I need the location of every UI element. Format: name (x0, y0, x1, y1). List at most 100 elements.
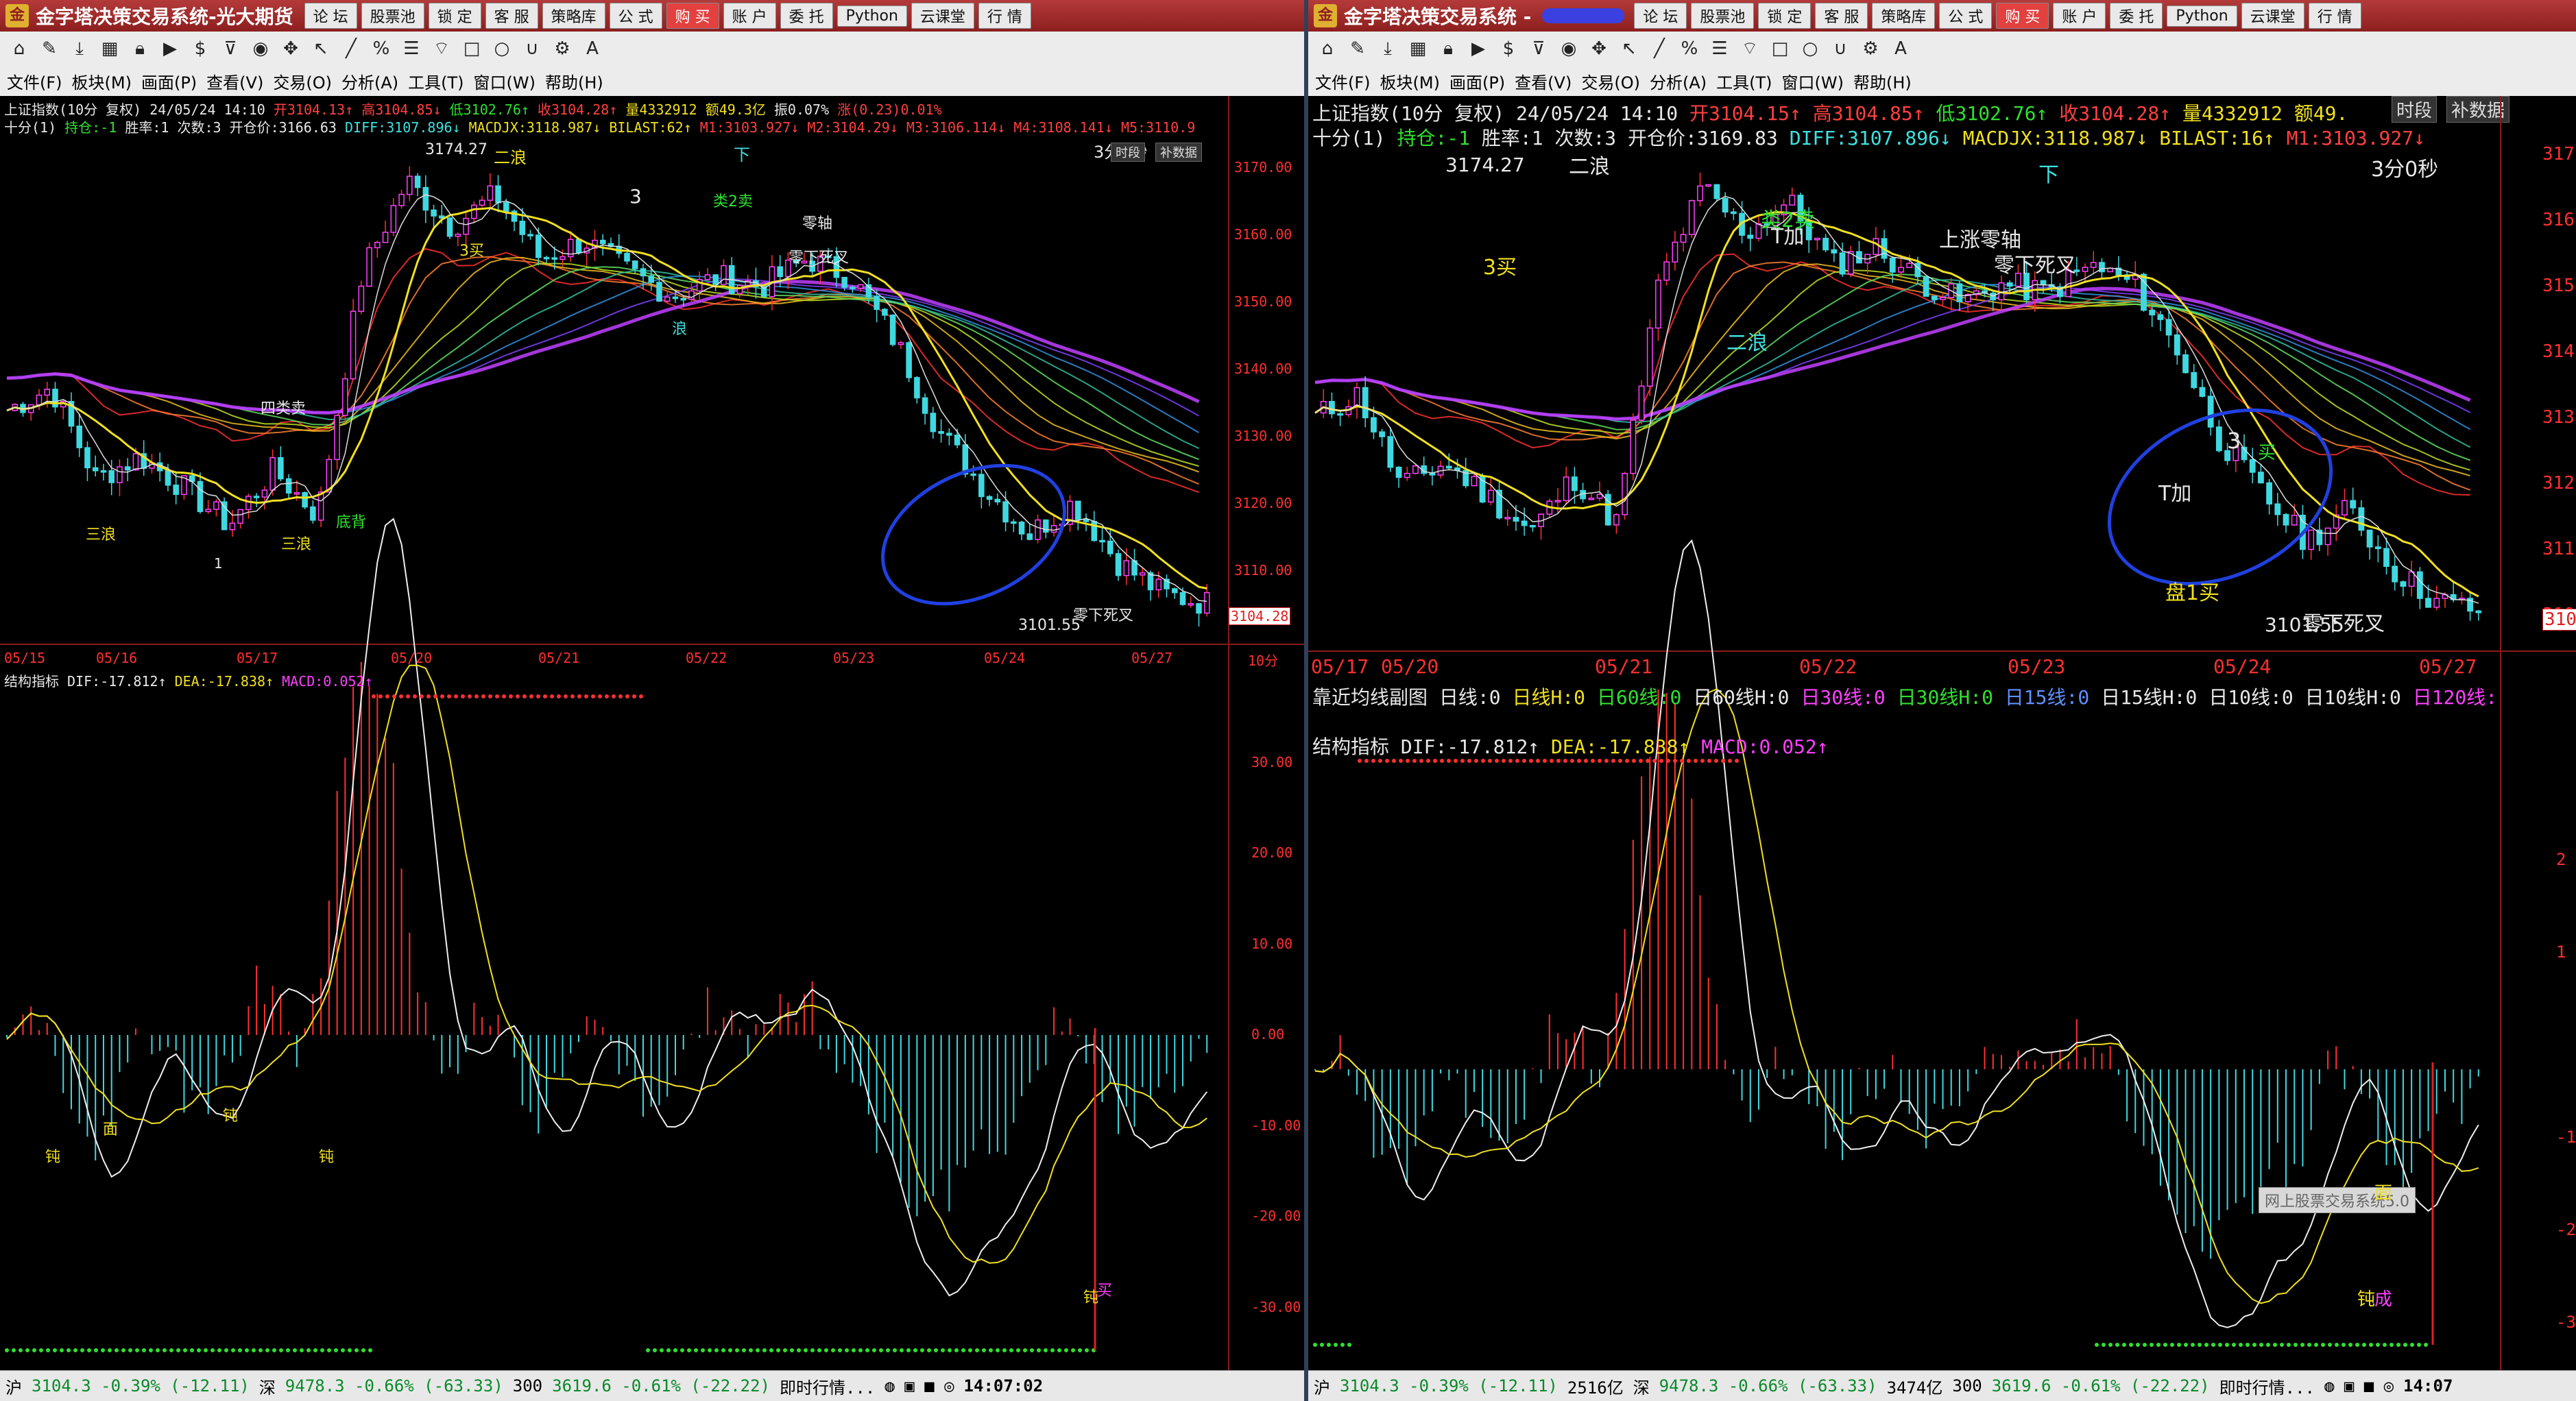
bars-icon[interactable]: ☰ (398, 35, 425, 62)
download-icon[interactable]: ⤓ (66, 35, 93, 62)
cursor-icon[interactable]: ↖ (1615, 35, 1643, 62)
menu-help[interactable]: 帮助(H) (1853, 69, 1912, 93)
date-label: 05/23 (2008, 655, 2066, 678)
grid-icon[interactable]: ▦ (96, 35, 123, 62)
menu-window[interactable]: 窗口(W) (1782, 69, 1844, 93)
status-icons[interactable]: ◍ ▣ ■ ◎ (2324, 1376, 2394, 1396)
menu-view-frame[interactable]: 画面(P) (141, 69, 197, 93)
signal-dot (660, 1348, 664, 1352)
menu-analysis[interactable]: 分析(A) (1650, 69, 1707, 93)
percent-icon[interactable]: % (1676, 35, 1703, 62)
support-button[interactable]: 客 服 (485, 3, 538, 29)
menu-trade[interactable]: 交易(O) (273, 69, 332, 93)
filter-icon[interactable]: ⊽ (217, 35, 244, 62)
menu-tools[interactable]: 工具(T) (408, 69, 464, 93)
line-icon[interactable]: ╱ (337, 35, 365, 62)
order-button[interactable]: 委 托 (2110, 3, 2163, 29)
circle-icon[interactable]: ○ (1796, 35, 1824, 62)
menu-tools[interactable]: 工具(T) (1716, 69, 1772, 93)
dollar-icon[interactable]: $ (186, 35, 214, 62)
line-icon[interactable]: ╱ (1646, 35, 1673, 62)
magnet-icon[interactable]: ∪ (518, 35, 546, 62)
formula-button[interactable]: 公 式 (1939, 3, 1993, 29)
magnet-icon[interactable]: ∪ (1827, 35, 1854, 62)
quote-button[interactable]: 行 情 (978, 3, 1031, 29)
stock-pool-button[interactable]: 股票池 (361, 3, 424, 29)
fan-icon[interactable]: ⌔ (1736, 35, 1764, 62)
circle-icon[interactable]: ○ (488, 35, 516, 62)
cloud-class-button[interactable]: 云课堂 (2241, 3, 2304, 29)
order-button[interactable]: 委 托 (780, 3, 833, 29)
candle (688, 290, 695, 300)
record-icon[interactable]: ◉ (247, 35, 274, 62)
date-label: 05/22 (686, 650, 727, 666)
menu-sector[interactable]: 板块(M) (1380, 69, 1440, 93)
play-icon[interactable]: ▶ (156, 35, 184, 62)
formula-button[interactable]: 公 式 (609, 3, 662, 29)
lock-button[interactable]: 锁 定 (428, 3, 481, 29)
stock-pool-button[interactable]: 股票池 (1691, 3, 1755, 29)
menu-file[interactable]: 文件(F) (1315, 69, 1371, 93)
macd-tick: 1 (2556, 942, 2566, 962)
python-button[interactable]: Python (836, 5, 907, 27)
pencil-icon[interactable]: ✎ (1344, 35, 1371, 62)
grid-icon[interactable]: ▦ (1404, 35, 1432, 62)
lock-icon[interactable]: 🔒︎ (1434, 35, 1462, 62)
shape-icon[interactable]: □ (1766, 35, 1794, 62)
menu-file[interactable]: 文件(F) (7, 69, 62, 93)
menu-trade[interactable]: 交易(O) (1581, 69, 1640, 93)
forum-button[interactable]: 论 坛 (1634, 3, 1687, 29)
signal-dot (334, 1348, 338, 1352)
filter-icon[interactable]: ⊽ (1525, 35, 1552, 62)
account-button[interactable]: 账 户 (2053, 3, 2106, 29)
strategy-button[interactable]: 策略库 (542, 3, 605, 29)
settings-icon[interactable]: ⚙ (1857, 35, 1884, 62)
download-icon[interactable]: ⤓ (1374, 35, 1401, 62)
move-icon[interactable]: ✥ (1585, 35, 1613, 62)
lock-button[interactable]: 锁 定 (1758, 3, 1811, 29)
menu-view[interactable]: 查看(V) (206, 69, 263, 93)
buy-button[interactable]: 购 买 (666, 3, 719, 29)
left-chart-area[interactable]: 上证指数(10分 复权) 24/05/24 14:10 开3104.13↑ 高3… (0, 96, 1304, 1371)
candle (1050, 525, 1057, 533)
record-icon[interactable]: ◉ (1555, 35, 1582, 62)
fan-icon[interactable]: ⌔ (428, 35, 455, 62)
menu-help[interactable]: 帮助(H) (545, 69, 603, 93)
strategy-button[interactable]: 策略库 (1872, 3, 1936, 29)
candle (1705, 184, 1712, 187)
text-icon[interactable]: A (579, 35, 606, 62)
account-button[interactable]: 账 户 (723, 3, 776, 29)
move-icon[interactable]: ✥ (277, 35, 304, 62)
quote-button[interactable]: 行 情 (2308, 3, 2361, 29)
text-icon[interactable]: A (1887, 35, 1914, 62)
menu-view-frame[interactable]: 画面(P) (1449, 69, 1505, 93)
ma-item: 日30线H:0 (1897, 686, 1993, 709)
support-button[interactable]: 客 服 (1815, 3, 1868, 29)
bars-icon[interactable]: ☰ (1706, 35, 1733, 62)
lock-icon[interactable]: 🔒︎ (126, 35, 154, 62)
candle (680, 297, 686, 301)
buy-button[interactable]: 购 买 (1996, 3, 2049, 29)
home-icon[interactable]: ⌂ (5, 35, 33, 62)
home-icon[interactable]: ⌂ (1314, 35, 1341, 62)
right-chart-area[interactable]: 上证指数(10分 复权) 24/05/24 14:10 开3104.15↑ 高3… (1308, 96, 2576, 1371)
python-button[interactable]: Python (2167, 5, 2237, 27)
forum-button[interactable]: 论 坛 (304, 3, 357, 29)
settings-icon[interactable]: ⚙ (549, 35, 576, 62)
cloud-class-button[interactable]: 云课堂 (911, 3, 974, 29)
ticker-button[interactable]: 即时行情... (780, 1374, 875, 1398)
menu-window[interactable]: 窗口(W) (474, 69, 535, 93)
menu-view[interactable]: 查看(V) (1515, 69, 1572, 93)
menu-sector[interactable]: 板块(M) (72, 69, 132, 93)
status-icons[interactable]: ◍ ▣ ■ ◎ (884, 1376, 954, 1396)
pencil-icon[interactable]: ✎ (36, 35, 63, 62)
play-icon[interactable]: ▶ (1465, 35, 1492, 62)
shape-icon[interactable]: □ (458, 35, 485, 62)
ticker-button[interactable]: 即时行情... (2219, 1374, 2315, 1398)
dollar-icon[interactable]: $ (1495, 35, 1522, 62)
cursor-icon[interactable]: ↖ (307, 35, 335, 62)
candle (1011, 521, 1017, 524)
signal-dot (385, 694, 389, 698)
percent-icon[interactable]: % (368, 35, 395, 62)
menu-analysis[interactable]: 分析(A) (341, 69, 398, 93)
